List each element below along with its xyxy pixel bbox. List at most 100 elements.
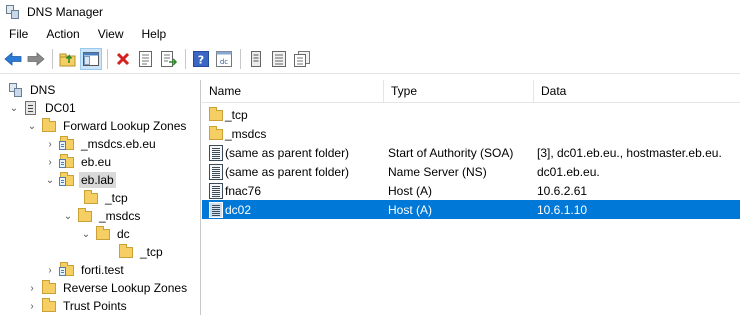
folder-icon	[41, 118, 57, 134]
show-hide-console-tree-button[interactable]	[80, 47, 102, 70]
svg-text:dc: dc	[220, 58, 228, 66]
tree-item-dc01[interactable]: ⌄ DC01	[8, 99, 78, 117]
zone-icon	[59, 154, 75, 170]
folder-icon	[41, 280, 57, 296]
dns-manager-app-icon	[5, 4, 21, 20]
tree-item-label: Trust Points	[63, 299, 127, 313]
show-hide-console-tree-icon	[83, 51, 99, 66]
zone-icon	[59, 136, 75, 152]
row-name: (same as parent folder)	[225, 164, 350, 179]
server-button[interactable]	[245, 48, 267, 70]
export-list-button[interactable]	[158, 48, 180, 70]
up-folder-icon	[59, 53, 76, 66]
dns-icon	[8, 82, 24, 98]
menu-help[interactable]: Help	[133, 24, 176, 44]
tree-item-label: DNS	[30, 83, 56, 97]
tree-item-msdcs[interactable]: ⌄ _msdcs	[62, 207, 142, 225]
folder-icon	[77, 208, 93, 224]
tree-item-reverse-lookup-zones[interactable]: › Reverse Lookup Zones	[26, 279, 189, 297]
toolbar-separator	[52, 48, 53, 69]
window-title: DNS Manager	[27, 5, 104, 19]
expand-chevron-icon[interactable]: ⌄	[8, 102, 20, 114]
tree-item-label: dc	[117, 227, 130, 241]
tree-item-dc-tcp[interactable]: _tcp	[115, 243, 165, 261]
tree-item-tcp[interactable]: _tcp	[80, 189, 130, 207]
tree-item-dns[interactable]: DNS	[8, 81, 57, 99]
toolbar-separator	[240, 48, 241, 69]
tree-item-dc[interactable]: ⌄ dc	[80, 225, 132, 243]
row-data: [3], dc01.eb.eu., hostmaster.eb.eu.	[537, 145, 722, 160]
row-type: Name Server (NS)	[388, 164, 487, 179]
tree-item-label: Reverse Lookup Zones	[63, 281, 188, 295]
menu-action[interactable]: Action	[37, 24, 88, 44]
folder-icon	[118, 244, 134, 260]
row-name: _tcp	[225, 107, 248, 122]
toolbar: ? dc	[0, 44, 740, 74]
expand-chevron-icon[interactable]: ⌄	[26, 120, 38, 132]
tree-item-label: _tcp	[105, 191, 128, 205]
list-row-ns[interactable]: (same as parent folder) Name Server (NS)…	[202, 162, 740, 181]
tree-item-msdcs-eb-eu[interactable]: › _msdcs.eb.eu	[44, 135, 158, 153]
record-icon	[208, 144, 224, 161]
list-button[interactable]	[268, 48, 290, 70]
zone-icon	[59, 172, 75, 188]
expand-chevron-icon[interactable]: ⌄	[44, 174, 56, 186]
record-icon	[208, 201, 224, 218]
tree-item-forti-test[interactable]: › forti.test	[44, 261, 126, 279]
list-row-tcp[interactable]: _tcp	[202, 105, 740, 124]
row-data: 10.6.1.10	[537, 202, 588, 217]
list-row-dc02[interactable]: dc02 Host (A) 10.6.1.10	[202, 200, 740, 219]
back-button[interactable]	[2, 48, 24, 70]
list-row-soa[interactable]: (same as parent folder) Start of Authori…	[202, 143, 740, 162]
menu-bar: File Action View Help	[0, 24, 740, 44]
collapse-chevron-icon[interactable]: ›	[44, 138, 56, 150]
up-one-level-button[interactable]	[57, 48, 79, 70]
tree-item-eb-lab[interactable]: ⌄ eb.lab	[44, 171, 116, 189]
records-icon	[294, 50, 310, 67]
records-button[interactable]	[291, 48, 313, 70]
tree-item-trust-points[interactable]: › Trust Points	[26, 297, 129, 315]
list-icon	[272, 50, 286, 67]
collapse-chevron-icon[interactable]: ›	[26, 282, 38, 294]
tree-item-label: _msdcs	[99, 209, 141, 223]
folder-icon	[208, 125, 224, 142]
column-header-type[interactable]: Type	[384, 80, 534, 103]
collapse-chevron-icon[interactable]: ›	[26, 300, 38, 312]
row-data: dc01.eb.eu.	[537, 164, 600, 179]
delete-icon	[116, 52, 130, 65]
results-list[interactable]: Name Type Data _tcp _msdcs (same as pare…	[202, 80, 740, 315]
tree-item-label: _tcp	[140, 245, 163, 259]
server-icon	[251, 50, 261, 67]
console-tree[interactable]: DNS ⌄ DC01 ⌄ Forward Lookup Zones › _msd…	[0, 80, 201, 315]
row-type: Start of Authority (SOA)	[388, 145, 514, 160]
tree-item-label: forti.test	[81, 263, 124, 277]
list-row-msdcs[interactable]: _msdcs	[202, 124, 740, 143]
export-list-icon	[161, 50, 177, 67]
row-name: (same as parent folder)	[225, 145, 350, 160]
tree-item-eb-eu[interactable]: › eb.eu	[44, 153, 113, 171]
toolbar-separator	[107, 48, 108, 69]
help-icon: ?	[193, 50, 209, 67]
column-header-data[interactable]: Data	[534, 80, 740, 103]
tree-item-label: eb.lab	[79, 172, 116, 188]
properties-icon	[139, 50, 152, 67]
menu-file[interactable]: File	[0, 24, 37, 44]
record-icon	[208, 182, 224, 199]
dc-button[interactable]: dc	[213, 48, 235, 70]
server-icon	[23, 100, 39, 116]
forward-button[interactable]	[25, 48, 47, 70]
expand-chevron-icon[interactable]: ⌄	[80, 228, 92, 240]
column-header-name[interactable]: Name	[202, 80, 384, 103]
tree-item-forward-lookup-zones[interactable]: ⌄ Forward Lookup Zones	[26, 117, 188, 135]
tree-item-label: _msdcs.eb.eu	[81, 137, 156, 151]
collapse-chevron-icon[interactable]: ›	[44, 156, 56, 168]
collapse-chevron-icon[interactable]: ›	[44, 264, 56, 276]
list-row-fnac76[interactable]: fnac76 Host (A) 10.6.2.61	[202, 181, 740, 200]
properties-button[interactable]	[135, 48, 157, 70]
delete-button[interactable]	[112, 48, 134, 70]
expand-chevron-icon[interactable]: ⌄	[62, 210, 74, 222]
svg-text:?: ?	[198, 53, 204, 66]
menu-view[interactable]: View	[89, 24, 133, 44]
folder-icon	[83, 190, 99, 206]
help-button[interactable]: ?	[190, 48, 212, 70]
